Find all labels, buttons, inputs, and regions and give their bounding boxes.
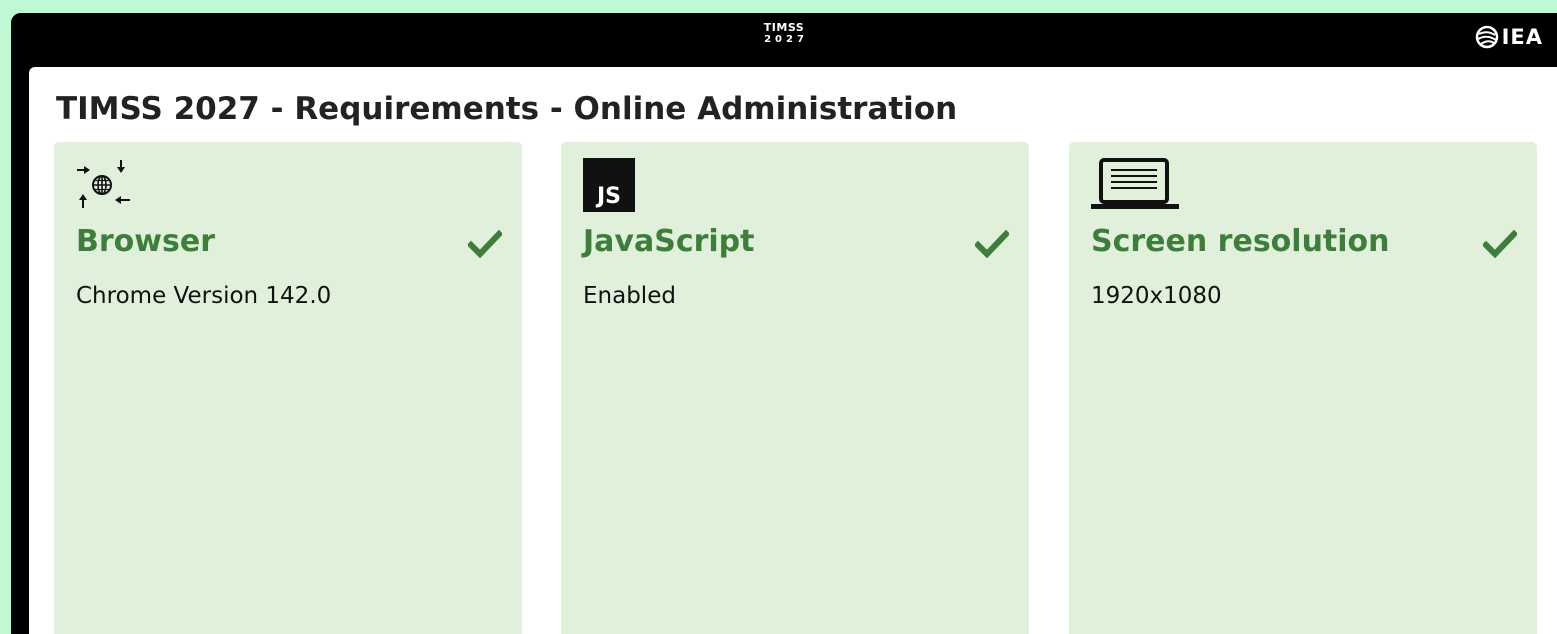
globe-logo-icon xyxy=(1475,25,1498,49)
card-value: Chrome Version 142.0 xyxy=(76,283,332,309)
check-icon xyxy=(1481,229,1519,259)
requirement-card-screen-resolution: Screen resolution 1920x1080 xyxy=(1069,142,1537,634)
laptop-icon xyxy=(1089,156,1185,212)
app-frame: TIMSS 2027 IEA TIMSS 2027 - Requirements… xyxy=(11,13,1557,634)
page-title: TIMSS 2027 - Requirements - Online Admin… xyxy=(56,91,958,127)
main-content: TIMSS 2027 - Requirements - Online Admin… xyxy=(29,67,1557,634)
brand-line-1: TIMSS xyxy=(763,21,805,34)
requirement-card-javascript: JS JavaScript Enabled xyxy=(561,142,1029,634)
requirement-card-browser: Browser Chrome Version 142.0 xyxy=(54,142,522,634)
browser-network-icon xyxy=(74,156,134,212)
top-bar: TIMSS 2027 IEA xyxy=(11,13,1557,67)
check-icon xyxy=(466,229,504,259)
card-value: 1920x1080 xyxy=(1091,283,1222,309)
javascript-icon: JS xyxy=(581,156,641,212)
check-icon xyxy=(973,229,1011,259)
iea-logo: IEA xyxy=(1475,25,1543,49)
iea-logo-text: IEA xyxy=(1501,25,1543,49)
card-title: JavaScript xyxy=(583,224,755,259)
brand-line-2: 2027 xyxy=(764,34,808,45)
card-title: Browser xyxy=(76,224,215,259)
timss-logo: TIMSS 2027 xyxy=(760,22,808,45)
card-value: Enabled xyxy=(583,283,676,309)
javascript-icon-text: JS xyxy=(595,184,621,209)
card-title: Screen resolution xyxy=(1091,224,1390,259)
